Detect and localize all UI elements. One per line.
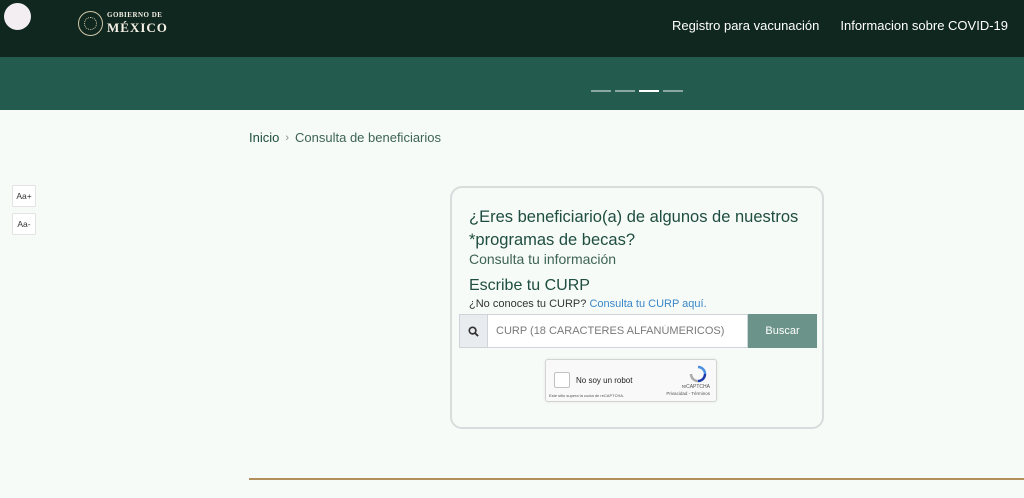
breadcrumb-separator: › [285, 131, 290, 144]
top-navbar: GOBIERNO DE MÉXICO Registro para vacunac… [0, 0, 1024, 57]
search-addon [459, 314, 487, 348]
gov-seal-icon [78, 10, 103, 36]
hero-carousel [0, 57, 1024, 110]
carousel-dot-3-active[interactable] [639, 90, 659, 92]
search-icon [468, 325, 479, 337]
profile-avatar[interactable] [4, 3, 31, 30]
logo-small-text: GOBIERNO DE [107, 11, 163, 19]
recaptcha-checkbox[interactable] [554, 372, 570, 388]
breadcrumb-current: Consulta de beneficiarios [295, 130, 442, 145]
carousel-dot-1[interactable] [591, 90, 611, 92]
consulta-curp-link[interactable]: Consulta tu CURP aquí. [589, 298, 706, 310]
beneficiary-search-card: ¿Eres beneficiario(a) de algunos de nues… [450, 186, 824, 429]
font-decrease-button[interactable]: Aa- [12, 213, 36, 235]
recaptcha-quota-note: Este sitio supera la cuota de reCAPTCHA. [549, 393, 625, 398]
recaptcha-logo-icon [689, 365, 707, 383]
nav-link-registro-vacunacion[interactable]: Registro para vacunación [672, 18, 819, 33]
card-question-heading: ¿Eres beneficiario(a) de algunos de nues… [469, 208, 799, 249]
curp-heading: Escribe tu CURP [469, 277, 590, 294]
carousel-indicators [591, 90, 683, 92]
font-increase-button[interactable]: Aa+ [12, 185, 36, 207]
footer-divider [249, 478, 1024, 480]
nav-link-info-covid[interactable]: Informacion sobre COVID-19 [840, 18, 1008, 33]
recaptcha-terms-link[interactable]: Privacidad - Términos [666, 391, 710, 396]
card-subtitle: Consulta tu información [469, 251, 617, 267]
carousel-dot-2[interactable] [615, 90, 635, 92]
buscar-button[interactable]: Buscar [748, 314, 817, 348]
main-nav: Registro para vacunación Informacion sob… [672, 18, 1008, 33]
gobierno-de-mexico-logo[interactable]: GOBIERNO DE MÉXICO [78, 10, 168, 36]
recaptcha-brand: reCAPTCHA [681, 384, 710, 390]
logo-wordmark: GOBIERNO DE MÉXICO [107, 11, 168, 35]
recaptcha-label: No soy un robot [576, 376, 633, 385]
logo-big-text: MÉXICO [107, 20, 168, 35]
curp-help-text: ¿No conoces tu CURP? Consulta tu CURP aq… [469, 298, 707, 310]
breadcrumb: Inicio › Consulta de beneficiarios [249, 130, 441, 145]
recaptcha-widget: No soy un robot reCAPTCHA Privacidad - T… [545, 359, 717, 402]
carousel-dot-4[interactable] [663, 90, 683, 92]
curp-help-question: ¿No conoces tu CURP? [469, 298, 587, 310]
breadcrumb-home-link[interactable]: Inicio [249, 130, 279, 145]
curp-search-group: Buscar [459, 314, 817, 348]
curp-search-input[interactable] [487, 314, 748, 348]
